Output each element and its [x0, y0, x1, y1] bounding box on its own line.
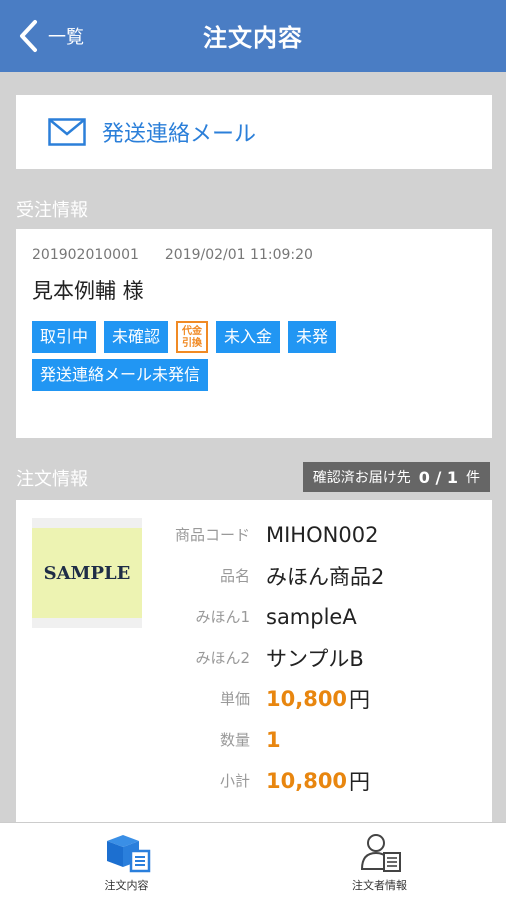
field-row-name: 品名 みほん商品2 [156, 555, 384, 596]
tab-orderer-info-label: 注文者情報 [352, 879, 407, 892]
page-title: 注文内容 [203, 24, 303, 52]
option1-label: みほん1 [195, 608, 250, 626]
bottom-tab-bar: 注文内容 注文者情報 [0, 822, 506, 900]
badge-cash-on-delivery: 代金 引換 [176, 321, 209, 353]
subtotal-value: 10,800 [266, 768, 348, 793]
tab-orderer-info[interactable]: 注文者情報 [253, 823, 506, 900]
confirmed-count: 0 / 1 [418, 467, 458, 487]
shipping-mail-label: 発送連絡メール [102, 122, 257, 147]
field-row-quantity: 数量 1 [156, 719, 384, 760]
order-info-heading: 注文情報 [16, 469, 88, 490]
order-item-card: SAMPLE 商品コード MIHON002 品名 みほん商品2 みほん1 sam… [16, 500, 492, 830]
badge-mail-unsent: 発送連絡メール未発信 [32, 359, 209, 391]
customer-name: 見本例輔 様 [32, 279, 144, 303]
field-row-option2: みほん2 サンプルB [156, 637, 384, 678]
order-datetime: 2019/02/01 11:09:20 [164, 247, 313, 263]
field-row-option1: みほん1 sampleA [156, 596, 384, 637]
badge-unconfirmed: 未確認 [104, 321, 169, 353]
subtotal-currency: 円 [349, 769, 371, 794]
item-fields: 商品コード MIHON002 品名 みほん商品2 みほん1 sampleA みほ… [156, 514, 384, 801]
cod-line-2: 引換 [182, 338, 203, 349]
option2-value: サンプルB [266, 646, 364, 671]
badge-trading: 取引中 [32, 321, 97, 353]
quantity-value: 1 [266, 727, 281, 752]
price-currency: 円 [349, 687, 371, 712]
field-row-subtotal: 小計 10,800 円 [156, 760, 384, 801]
product-thumbnail: SAMPLE [32, 518, 142, 628]
name-label: 品名 [219, 567, 250, 585]
order-receipt-card: 201902010001 2019/02/01 11:09:20 見本例輔 様 … [16, 229, 492, 438]
name-value: みほん商品2 [266, 564, 385, 589]
field-row-code: 商品コード MIHON002 [156, 514, 384, 555]
option2-label: みほん2 [195, 649, 250, 667]
confirmed-label: 確認済お届け先 [312, 470, 411, 486]
order-number: 201902010001 [32, 247, 139, 263]
code-label: 商品コード [174, 526, 250, 544]
quantity-label: 数量 [219, 731, 250, 749]
code-value: MIHON002 [266, 522, 379, 547]
sample-image: SAMPLE [32, 528, 142, 618]
tab-order-details-label: 注文内容 [104, 879, 149, 892]
confirmed-delivery-badge: 確認済お届け先 0 / 1 件 [302, 462, 490, 492]
order-receipt-heading: 受注情報 [16, 200, 88, 221]
status-badges: 取引中 未確認 代金 引換 未入金 未発 発送連絡メール未発信 [32, 321, 452, 391]
confirmed-unit: 件 [466, 470, 480, 486]
person-card-icon [360, 834, 401, 872]
subtotal-label: 小計 [219, 772, 250, 790]
tab-order-details[interactable]: 注文内容 [0, 823, 253, 900]
order-meta: 201902010001 2019/02/01 11:09:20 [32, 247, 476, 263]
option1-value: sampleA [266, 604, 357, 629]
app-header: 一覧 注文内容 [0, 0, 506, 72]
price-value: 10,800 [266, 686, 348, 711]
badge-unpaid: 未入金 [216, 321, 281, 353]
field-row-price: 単価 10,800 円 [156, 678, 384, 719]
box-list-icon [106, 835, 150, 873]
price-label: 単価 [219, 690, 250, 708]
shipping-mail-button[interactable]: 発送連絡メール [16, 95, 492, 169]
envelope-icon [48, 118, 86, 146]
cod-line-1: 代金 [182, 326, 203, 337]
badge-unshipped: 未発 [288, 321, 337, 353]
